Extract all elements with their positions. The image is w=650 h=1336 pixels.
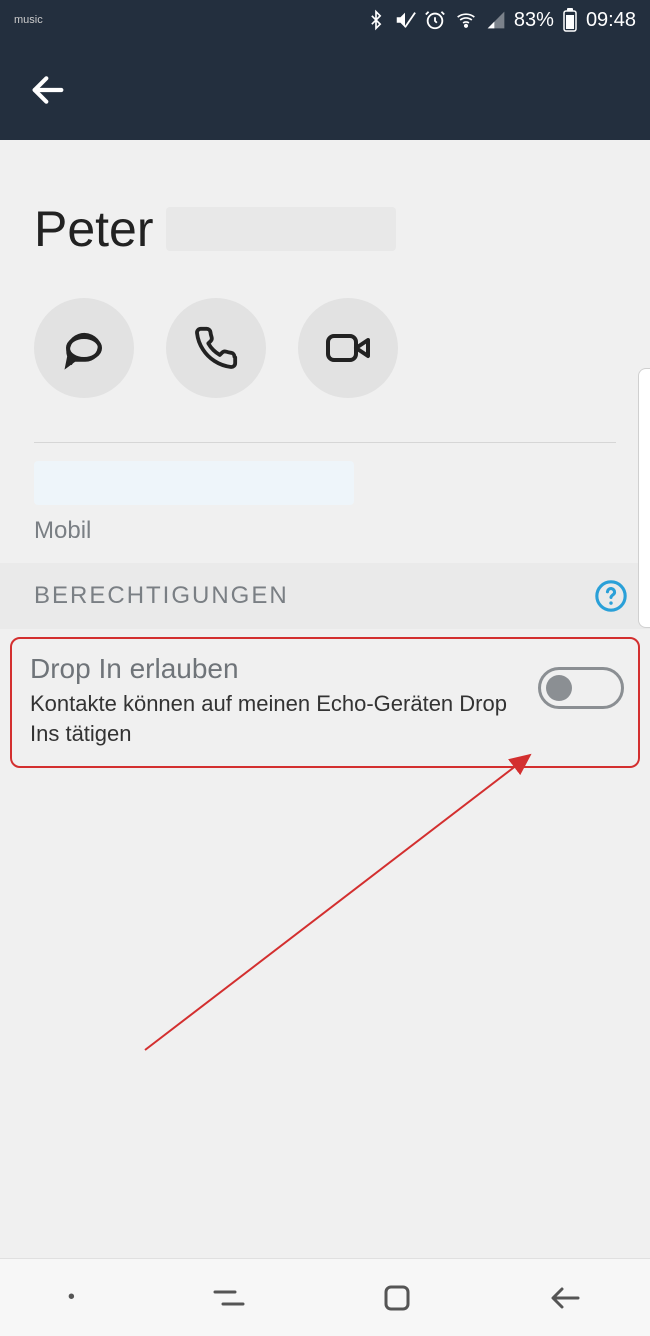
chat-button[interactable] [34, 298, 134, 398]
redacted-name [166, 207, 396, 251]
help-icon[interactable] [594, 579, 628, 613]
drop-in-toggle[interactable] [538, 667, 624, 709]
back-icon[interactable] [28, 70, 68, 110]
nav-back-button[interactable] [548, 1285, 582, 1311]
recent-apps-button[interactable] [211, 1284, 247, 1312]
signal-icon [486, 10, 506, 30]
status-bar: music 83% 09:48 [0, 0, 650, 40]
battery-percent: 83% [514, 9, 554, 32]
home-button[interactable] [382, 1283, 412, 1313]
drop-in-title: Drop In erlauben [30, 653, 526, 685]
wifi-icon [454, 10, 478, 30]
battery-icon [562, 8, 578, 32]
permissions-header: BERECHTIGUNGEN [0, 563, 650, 629]
drop-in-permission-row: Drop In erlauben Kontakte können auf mei… [10, 637, 640, 768]
redacted-phone-number [34, 461, 354, 505]
drop-in-description: Kontakte können auf meinen Echo-Geräten … [30, 689, 526, 748]
phone-icon [193, 325, 239, 371]
video-button[interactable] [298, 298, 398, 398]
phone-type-label: Mobil [34, 517, 616, 545]
toggle-knob [546, 675, 572, 701]
nav-dot-icon: • [68, 1286, 75, 1309]
bluetooth-icon [366, 9, 386, 31]
app-header [0, 40, 650, 140]
music-indicator: music [14, 15, 43, 26]
chat-icon [60, 324, 108, 372]
scroll-handle[interactable] [638, 368, 650, 628]
action-row [0, 258, 650, 442]
phone-block[interactable]: Mobil [0, 443, 650, 563]
contact-first-name: Peter [34, 200, 154, 258]
permissions-header-label: BERECHTIGUNGEN [34, 582, 289, 610]
mute-icon [394, 9, 416, 31]
clock-time: 09:48 [586, 9, 636, 32]
alarm-icon [424, 9, 446, 31]
video-icon [324, 324, 372, 372]
contact-name: Peter [0, 200, 650, 258]
android-nav-bar: • [0, 1258, 650, 1336]
call-button[interactable] [166, 298, 266, 398]
